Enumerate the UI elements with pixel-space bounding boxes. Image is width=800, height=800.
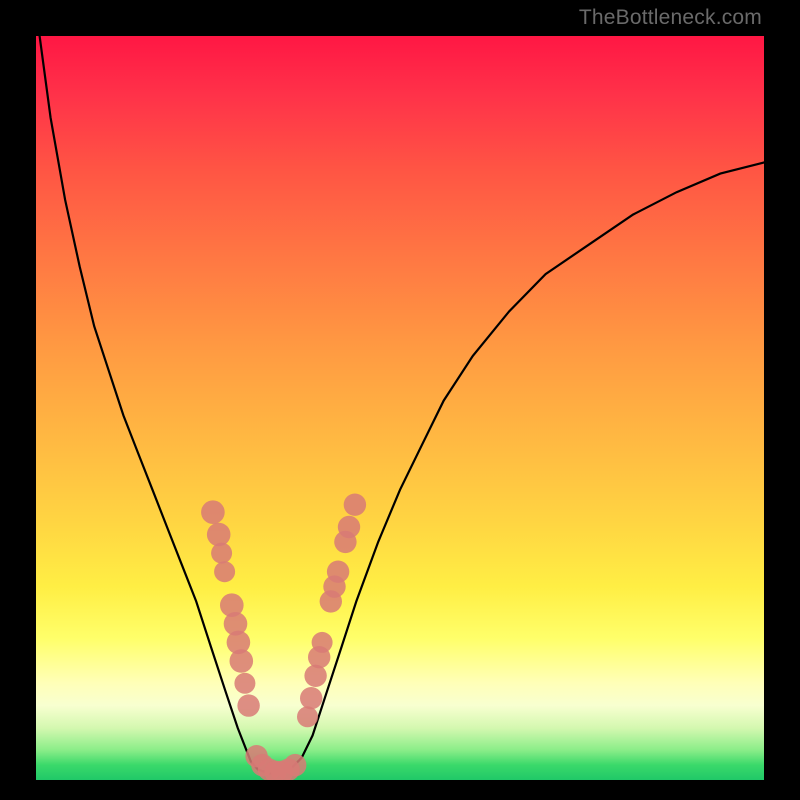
data-marker <box>344 494 366 516</box>
chart-container: TheBottleneck.com <box>0 0 800 800</box>
data-marker <box>300 687 322 709</box>
data-marker <box>327 561 349 583</box>
plot-area <box>36 36 764 780</box>
data-marker <box>214 561 235 582</box>
watermark-text: TheBottleneck.com <box>579 6 762 30</box>
data-marker <box>312 632 333 653</box>
data-markers <box>201 494 366 781</box>
data-marker <box>230 649 254 673</box>
data-marker <box>338 516 360 538</box>
data-marker <box>211 543 232 564</box>
data-marker <box>297 706 318 727</box>
data-marker <box>201 500 225 524</box>
data-marker <box>304 665 326 687</box>
data-marker <box>234 673 255 694</box>
data-marker <box>284 754 306 776</box>
data-marker <box>207 523 231 547</box>
chart-svg <box>36 36 764 780</box>
curve-line <box>40 36 764 773</box>
data-marker <box>237 694 259 716</box>
